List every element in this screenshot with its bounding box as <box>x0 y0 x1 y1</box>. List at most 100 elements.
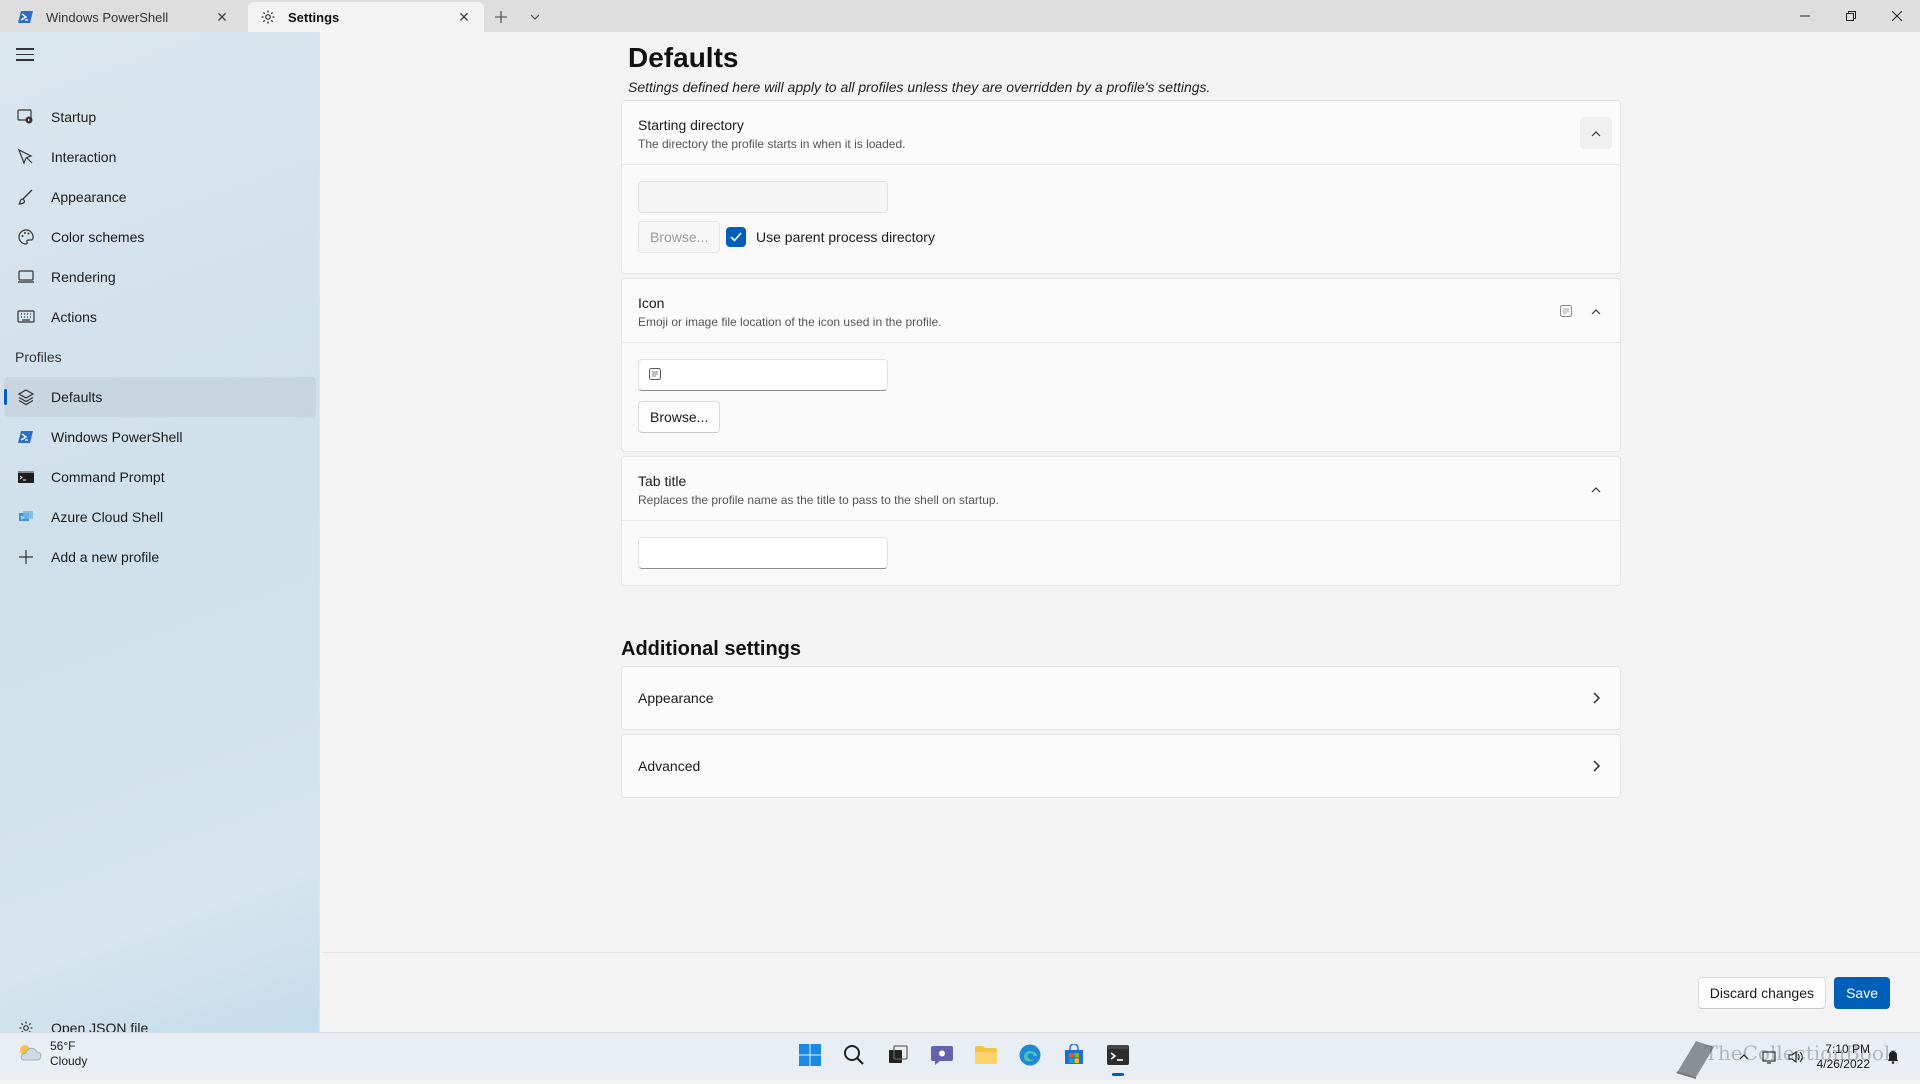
browse-icon-button[interactable]: Browse... <box>638 401 721 433</box>
taskbar: 56°F Cloudy TheCollectionBook 7:10 PM 4/… <box>0 1032 1920 1080</box>
sidebar-item-startup[interactable]: Startup <box>4 97 316 137</box>
edge-icon <box>1018 1043 1042 1072</box>
chevron-up-icon[interactable] <box>1731 1047 1757 1067</box>
icon-card: Icon Emoji or image file location of the… <box>621 278 1621 452</box>
chevron-right-icon <box>1588 758 1604 774</box>
network-icon[interactable] <box>1757 1047 1783 1067</box>
close-tab-icon[interactable]: ✕ <box>454 7 474 27</box>
weather-widget[interactable]: 56°F Cloudy <box>16 1039 87 1069</box>
chevron-right-icon <box>1588 690 1604 706</box>
close-window-button[interactable] <box>1874 0 1920 32</box>
collapse-button[interactable] <box>1580 295 1612 327</box>
chevron-up-icon <box>1591 480 1601 498</box>
sidebar-item-color-schemes[interactable]: Color schemes <box>4 217 316 257</box>
task-view-icon <box>887 1044 909 1071</box>
starting-directory-input[interactable] <box>638 181 888 213</box>
startup-icon <box>16 107 36 127</box>
sidebar-item-label: Command Prompt <box>51 469 165 485</box>
sidebar-item-label: Actions <box>51 309 97 325</box>
sidebar-item-label: Azure Cloud Shell <box>51 509 164 525</box>
settings-footer: Discard changes Save <box>321 952 1920 1032</box>
nav-list: Startup Interaction Appearance Color sch… <box>4 97 316 577</box>
setting-title: Icon <box>638 295 665 311</box>
close-tab-icon[interactable]: ✕ <box>212 7 232 27</box>
discard-changes-button[interactable]: Discard changes <box>1697 977 1826 1009</box>
file-explorer-button[interactable] <box>964 1037 1008 1077</box>
volume-icon[interactable] <box>1783 1047 1809 1067</box>
starting-directory-header[interactable]: Starting directory The directory the pro… <box>622 101 1620 165</box>
tab-label: Settings <box>288 9 340 25</box>
search-button[interactable] <box>832 1037 876 1077</box>
tab-label: Windows PowerShell <box>46 9 169 25</box>
sidebar-item-label: Defaults <box>51 389 103 405</box>
sidebar-item-label: Interaction <box>51 149 117 165</box>
starting-directory-card: Starting directory The directory the pro… <box>621 100 1621 274</box>
task-view-button[interactable] <box>876 1037 920 1077</box>
icon-input[interactable] <box>638 359 888 391</box>
cursor-icon <box>16 147 36 167</box>
microsoft-store-button[interactable] <box>1052 1037 1096 1077</box>
sidebar-item-defaults[interactable]: Defaults <box>4 377 316 417</box>
page-title: Defaults <box>628 42 739 73</box>
folder-icon <box>974 1045 998 1070</box>
plus-icon <box>16 547 36 567</box>
setting-title: Tab title <box>638 473 687 489</box>
sidebar-item-label: Appearance <box>51 189 127 205</box>
title-bar: Windows PowerShell ✕ Settings ✕ <box>0 0 1920 32</box>
weather-temperature: 56°F <box>50 1039 76 1053</box>
terminal-button[interactable] <box>1096 1037 1140 1077</box>
link-label: Appearance <box>638 690 714 706</box>
tab-title-header[interactable]: Tab title Replaces the profile name as t… <box>622 457 1620 521</box>
icon-header[interactable]: Icon Emoji or image file location of the… <box>622 279 1620 343</box>
hamburger-menu-icon[interactable] <box>14 44 36 64</box>
powershell-icon <box>18 9 34 25</box>
new-tab-button[interactable] <box>484 2 518 32</box>
checkbox-label: Use parent process directory <box>756 229 935 245</box>
sidebar-item-label: Color schemes <box>51 229 145 245</box>
minimize-button[interactable] <box>1782 0 1828 32</box>
appearance-settings-link[interactable]: Appearance <box>621 666 1621 730</box>
sidebar-item-azure-cloud-shell[interactable]: Azure Cloud Shell <box>4 497 316 537</box>
chevron-up-icon <box>1591 124 1601 142</box>
azure-icon <box>16 507 36 527</box>
sidebar-item-actions[interactable]: Actions <box>4 297 316 337</box>
teams-chat-button[interactable] <box>920 1037 964 1077</box>
powershell-icon <box>16 427 36 447</box>
chat-icon <box>930 1044 954 1071</box>
restore-button[interactable] <box>1828 0 1874 32</box>
additional-settings-title: Additional settings <box>621 638 801 660</box>
collapse-button[interactable] <box>1580 473 1612 505</box>
tab-settings[interactable]: Settings ✕ <box>248 2 484 32</box>
sidebar-item-rendering[interactable]: Rendering <box>4 257 316 297</box>
sidebar-item-windows-powershell[interactable]: Windows PowerShell <box>4 417 316 457</box>
sidebar-item-command-prompt[interactable]: Command Prompt <box>4 457 316 497</box>
notification-icon[interactable] <box>1880 1047 1906 1067</box>
sidebar-item-label: Rendering <box>51 269 116 285</box>
setting-description: The directory the profile starts in when… <box>638 137 906 151</box>
sidebar-item-add-new-profile[interactable]: Add a new profile <box>4 537 316 577</box>
advanced-settings-link[interactable]: Advanced <box>621 734 1621 798</box>
tab-dropdown-button[interactable] <box>518 2 552 32</box>
start-button[interactable] <box>788 1037 832 1077</box>
use-parent-process-directory-checkbox[interactable]: Use parent process directory <box>726 227 935 247</box>
monitor-icon <box>16 267 36 287</box>
cloud-icon <box>16 1041 42 1068</box>
browse-directory-button[interactable]: Browse... <box>638 221 721 253</box>
tab-title-input[interactable] <box>638 537 888 569</box>
sidebar-item-appearance[interactable]: Appearance <box>4 177 316 217</box>
palette-icon <box>16 227 36 247</box>
paintbrush-icon <box>16 187 36 207</box>
setting-description: Emoji or image file location of the icon… <box>638 315 942 329</box>
save-button[interactable]: Save <box>1834 977 1890 1009</box>
edge-browser-button[interactable] <box>1008 1037 1052 1077</box>
windows-logo-icon <box>798 1043 822 1072</box>
chevron-up-icon <box>1591 302 1601 320</box>
search-icon <box>843 1044 865 1071</box>
sidebar-item-interaction[interactable]: Interaction <box>4 137 316 177</box>
clock[interactable]: 7:10 PM 4/26/2022 <box>1817 1042 1870 1072</box>
tab-windows-powershell[interactable]: Windows PowerShell ✕ <box>6 2 242 32</box>
profiles-header: Profiles <box>15 349 62 365</box>
checkmark-icon <box>726 227 746 247</box>
layers-icon <box>16 387 36 407</box>
collapse-button[interactable] <box>1580 117 1612 149</box>
